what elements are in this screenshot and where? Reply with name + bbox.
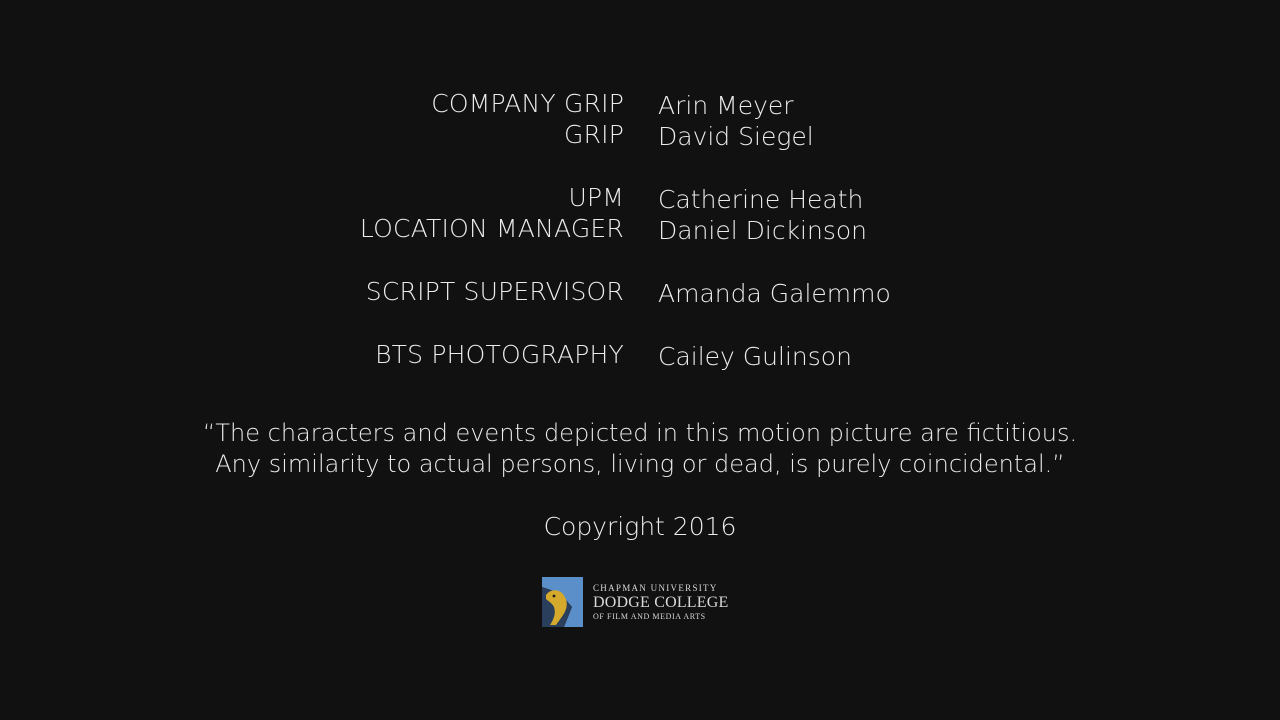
credits-block: COMPANY GRIP Arin Meyer GRIP David Siege… bbox=[0, 88, 1280, 402]
credit-role: GRIP bbox=[564, 120, 624, 149]
credit-row: UPM Catherine Heath bbox=[0, 182, 1280, 214]
credit-group-script: SCRIPT SUPERVISOR Amanda Galemmo bbox=[0, 276, 1280, 308]
logo-college: DODGE COLLEGE bbox=[593, 594, 729, 611]
logo-subtitle: OF FILM AND MEDIA ARTS bbox=[593, 612, 706, 621]
credit-name: Catherine Heath bbox=[658, 185, 864, 214]
credit-group-grip: COMPANY GRIP Arin Meyer GRIP David Siege… bbox=[0, 88, 1280, 151]
credit-name: Cailey Gulinson bbox=[658, 342, 852, 371]
credit-role: SCRIPT SUPERVISOR bbox=[365, 277, 624, 306]
disclaimer: “The characters and events depicted in t… bbox=[0, 418, 1280, 480]
credit-row: SCRIPT SUPERVISOR Amanda Galemmo bbox=[0, 276, 1280, 308]
credit-group-photography: BTS PHOTOGRAPHY Cailey Gulinson bbox=[0, 339, 1280, 371]
credit-name: Arin Meyer bbox=[658, 91, 794, 120]
credit-role: COMPANY GRIP bbox=[431, 89, 624, 118]
credit-row: GRIP David Siegel bbox=[0, 119, 1280, 151]
credit-group-production: UPM Catherine Heath LOCATION MANAGER Dan… bbox=[0, 182, 1280, 245]
credit-name: Amanda Galemmo bbox=[658, 279, 891, 308]
copyright-notice: Copyright 2016 bbox=[543, 512, 737, 541]
credit-name: David Siegel bbox=[658, 122, 814, 151]
credit-row: COMPANY GRIP Arin Meyer bbox=[0, 88, 1280, 120]
credit-role: LOCATION MANAGER bbox=[359, 214, 624, 243]
disclaimer-line: “The characters and events depicted in t… bbox=[202, 419, 1078, 447]
logo-text: CHAPMAN UNIVERSITY DODGE COLLEGE OF FILM… bbox=[593, 582, 728, 622]
logo-university: CHAPMAN UNIVERSITY bbox=[593, 583, 718, 593]
credit-row: LOCATION MANAGER Daniel Dickinson bbox=[0, 213, 1280, 245]
panther-crest-icon bbox=[542, 577, 583, 627]
credit-role: BTS PHOTOGRAPHY bbox=[375, 340, 624, 369]
credit-name: Daniel Dickinson bbox=[658, 216, 868, 245]
disclaimer-line: Any similarity to actual persons, living… bbox=[215, 450, 1065, 478]
credit-role: UPM bbox=[568, 183, 624, 212]
college-logo: CHAPMAN UNIVERSITY DODGE COLLEGE OF FILM… bbox=[542, 576, 728, 628]
credit-row: BTS PHOTOGRAPHY Cailey Gulinson bbox=[0, 339, 1280, 371]
